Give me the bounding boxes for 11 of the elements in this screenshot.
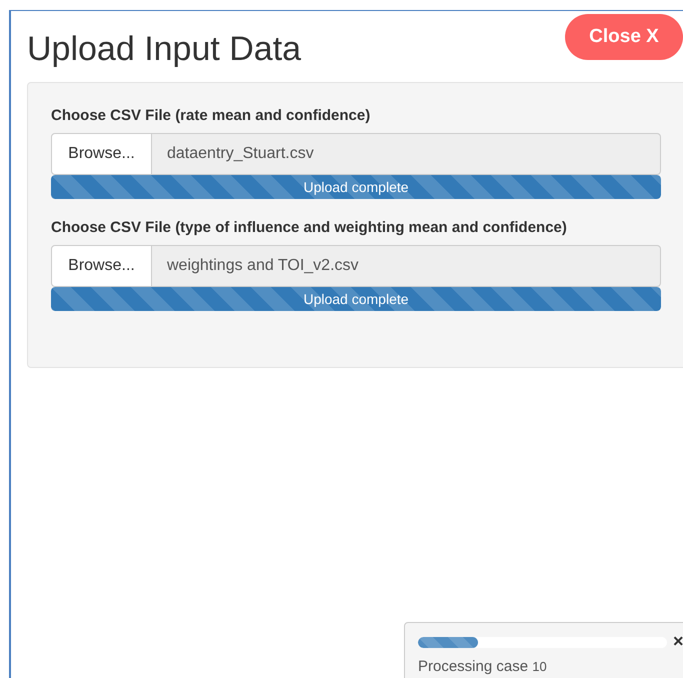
notification-message: Processing case 10	[418, 658, 548, 675]
file-input-label: Choose CSV File (type of influence and weighting mean and confidence)	[51, 219, 568, 236]
browse-button[interactable]: Browse...	[51, 245, 152, 288]
file-name-field[interactable]: dataentry_Stuart.csv	[152, 133, 661, 176]
progress-text: Upload complete	[302, 290, 410, 310]
file-input-label: Choose CSV File (rate mean and confidence)	[51, 107, 372, 124]
close-icon[interactable]: ×	[673, 631, 683, 652]
progress-text: Upload complete	[302, 178, 410, 198]
modal-title: Upload Input Data	[27, 31, 302, 68]
file-name-field[interactable]: weightings and TOI_v2.csv	[152, 245, 661, 288]
browse-button[interactable]: Browse...	[51, 133, 152, 176]
